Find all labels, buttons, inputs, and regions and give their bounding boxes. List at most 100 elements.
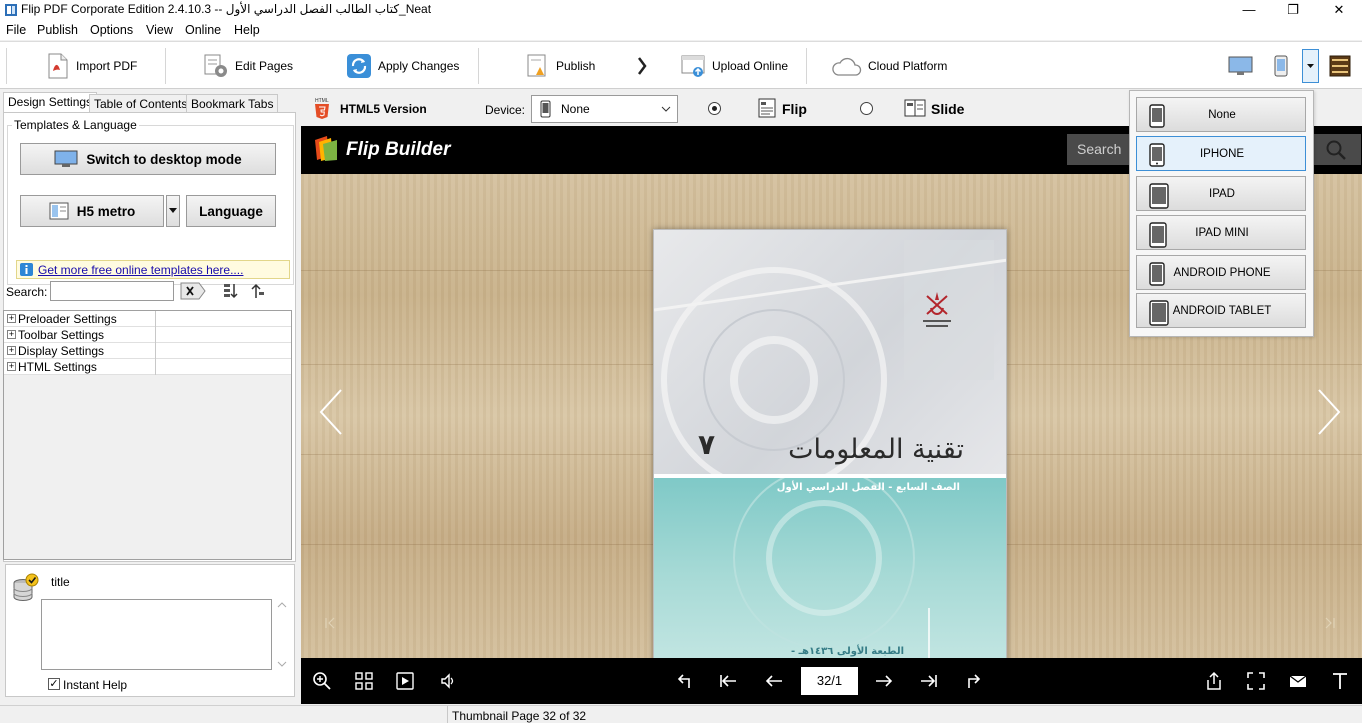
phone-icon <box>540 100 551 118</box>
device-option-android-phone[interactable]: ANDROID PHONE <box>1136 255 1306 290</box>
menu-bar: File Publish Options View Online Help <box>0 21 1362 40</box>
publish-label: Publish <box>556 59 596 73</box>
first-page-button[interactable] <box>715 668 741 694</box>
settings-row-html[interactable]: + HTML Settings <box>4 359 291 375</box>
upload-online-button[interactable]: Upload Online <box>680 50 788 82</box>
turn-left-icon <box>677 674 690 688</box>
menu-view[interactable]: View <box>146 23 173 37</box>
autoplay-button[interactable] <box>392 668 418 694</box>
instant-help-checkbox[interactable]: ✓ <box>48 678 60 690</box>
device-select-value: None <box>561 102 590 116</box>
expand-icon[interactable]: + <box>7 346 16 355</box>
toolbar-divider <box>806 48 807 84</box>
switch-desktop-mode-button[interactable]: Switch to desktop mode <box>20 143 276 175</box>
next-page-button[interactable] <box>871 668 897 694</box>
template-icon <box>49 202 69 220</box>
group-label: Templates & Language <box>12 118 139 132</box>
expand-icon[interactable]: + <box>7 330 16 339</box>
import-pdf-label: Import PDF <box>76 59 138 73</box>
template-button[interactable]: H5 metro <box>20 195 164 227</box>
upload-icon <box>681 55 705 77</box>
publish-button[interactable]: Publish <box>526 50 595 82</box>
sort-collapse-icon[interactable] <box>247 282 265 300</box>
import-pdf-button[interactable]: Import PDF <box>46 50 137 82</box>
menu-options[interactable]: Options <box>90 23 133 37</box>
edit-pages-label: Edit Pages <box>235 59 294 73</box>
viewer-footer-toolbar: 32/1 <box>301 658 1362 704</box>
share-button[interactable] <box>1201 668 1227 694</box>
close-button[interactable]: ✕ <box>1316 0 1362 21</box>
fullscreen-button[interactable] <box>1243 668 1269 694</box>
left-panel: Design Settings Table of Contents Bookma… <box>0 91 299 705</box>
edit-pages-button[interactable]: Edit Pages <box>203 50 293 82</box>
tab-design-settings[interactable]: Design Settings <box>3 92 98 113</box>
template-name: H5 metro <box>76 203 136 219</box>
zoom-in-button[interactable] <box>309 668 335 694</box>
device-option-iphone[interactable]: IPHONE <box>1136 136 1306 171</box>
svg-text:HTML: HTML <box>315 98 329 104</box>
forward-button[interactable] <box>960 668 986 694</box>
phone-icon[interactable] <box>1274 55 1288 77</box>
templates-link[interactable]: Get more free online templates here.... <box>38 263 243 277</box>
previous-page-button[interactable] <box>761 668 787 694</box>
scroll-arrows-icon <box>277 602 287 667</box>
thumbnails-button[interactable] <box>351 668 377 694</box>
device-select[interactable]: None <box>531 95 678 123</box>
chevron-right-icon <box>638 57 647 75</box>
last-page-button[interactable] <box>916 668 942 694</box>
last-page-icon <box>921 675 937 687</box>
text-mode-button[interactable] <box>1327 668 1353 694</box>
menu-help[interactable]: Help <box>234 23 260 37</box>
language-button[interactable]: Language <box>186 195 276 227</box>
flipbuilder-logo-icon <box>315 136 337 161</box>
email-button[interactable] <box>1285 668 1311 694</box>
toolbar-divider <box>6 48 7 84</box>
previous-page-arrow-icon[interactable] <box>317 388 345 436</box>
device-option-ipad[interactable]: IPAD <box>1136 176 1306 211</box>
first-page-icon <box>720 675 736 687</box>
share-back-button[interactable] <box>672 668 698 694</box>
slide-radio[interactable] <box>860 102 873 115</box>
help-text-area[interactable] <box>41 599 272 670</box>
zoom-in-icon <box>313 672 331 690</box>
expand-icon[interactable]: + <box>7 362 16 371</box>
device-option-none[interactable]: None <box>1136 97 1306 132</box>
search-input[interactable] <box>50 281 174 301</box>
flip-radio[interactable] <box>708 102 721 115</box>
slide-mode-icon <box>904 99 926 117</box>
settings-row-display[interactable]: + Display Settings <box>4 343 291 359</box>
settings-row-preloader[interactable]: + Preloader Settings <box>4 311 291 327</box>
device-dropdown-toggle[interactable] <box>1302 49 1319 83</box>
html5-version-label: HTML5 Version <box>340 102 427 116</box>
bookshelf-icon[interactable] <box>1329 55 1351 77</box>
device-option-android-tablet[interactable]: ANDROID TABLET <box>1136 293 1306 328</box>
first-page-corner-icon[interactable] <box>323 616 337 630</box>
last-page-corner-icon[interactable] <box>1323 616 1337 630</box>
template-dropdown-button[interactable] <box>166 195 180 227</box>
minimize-button[interactable]: — <box>1226 0 1272 21</box>
device-option-ipad-mini[interactable]: IPAD MINI <box>1136 215 1306 250</box>
status-text: Thumbnail Page 32 of 32 <box>452 709 587 723</box>
expand-icon[interactable]: + <box>7 314 16 323</box>
tab-table-of-contents[interactable]: Table of Contents <box>89 94 193 113</box>
restore-button[interactable]: ❐ <box>1270 0 1316 21</box>
menu-publish[interactable]: Publish <box>37 23 78 37</box>
settings-search-row: Search: <box>3 281 293 303</box>
sound-button[interactable] <box>435 668 461 694</box>
tab-bookmark-tabs[interactable]: Bookmark Tabs <box>186 94 279 113</box>
viewer-search-placeholder: Search <box>1077 141 1122 157</box>
cover-title: تقنية المعلومات <box>788 434 964 465</box>
menu-file[interactable]: File <box>6 23 26 37</box>
settings-row-toolbar[interactable]: + Toolbar Settings <box>4 327 291 343</box>
clear-search-button[interactable] <box>179 281 207 301</box>
help-scrollbar[interactable] <box>276 599 288 670</box>
status-bar: Thumbnail Page 32 of 32 <box>0 705 1362 723</box>
page-number-input[interactable]: 32/1 <box>801 667 858 695</box>
apply-changes-button[interactable]: Apply Changes <box>346 50 459 82</box>
sort-expand-icon[interactable] <box>222 282 240 300</box>
desktop-icon[interactable] <box>1228 56 1253 76</box>
cloud-platform-button[interactable]: Cloud Platform <box>830 50 947 82</box>
menu-online[interactable]: Online <box>185 23 221 37</box>
book-cover-page[interactable]: تقنية المعلومات ٧ الصف السابع - الفصل ال… <box>653 229 1007 696</box>
next-page-arrow-icon[interactable] <box>1315 388 1343 436</box>
